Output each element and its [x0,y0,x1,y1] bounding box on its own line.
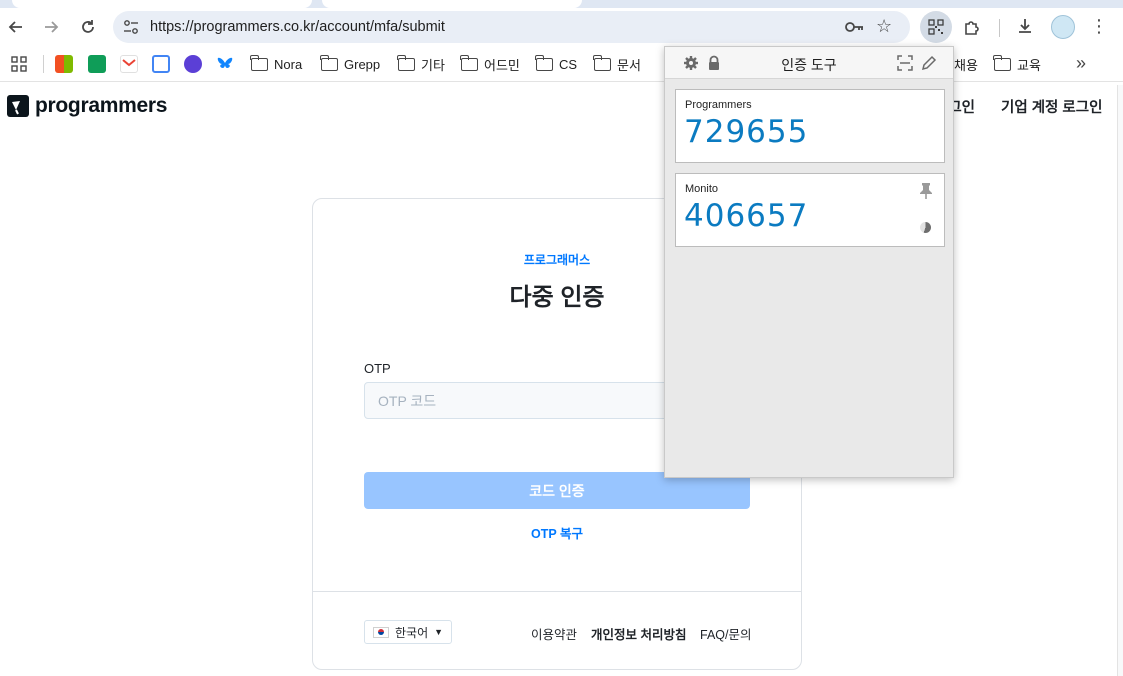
page-scrollbar[interactable] [1117,85,1123,676]
korea-flag-icon [373,626,389,638]
folder-icon [460,54,478,71]
url-text[interactable]: https://programmers.co.kr/account/mfa/su… [150,19,445,35]
account-issuer: Programmers [685,99,752,111]
folder-icon [397,54,415,71]
folder-icon [535,54,553,71]
folder-icon [250,54,268,71]
bookmark-folder[interactable]: 문서 [593,54,641,74]
otp-recovery-link[interactable]: OTP 복구 [313,523,801,542]
bluesky-icon[interactable] [216,55,234,73]
extensions-puzzle-icon[interactable] [956,11,988,43]
logo-mark-icon [7,95,29,117]
card-footer: 한국어 ▼ 이용약관 개인정보 처리방침 FAQ/문의 [313,591,801,670]
tab[interactable] [322,0,582,8]
browser-toolbar: https://programmers.co.kr/account/mfa/su… [0,8,1123,46]
pencil-edit-icon[interactable] [921,55,937,71]
otp-label: OTP [364,361,391,376]
otp-code[interactable]: 406657 [684,198,808,234]
bookmark-folder[interactable]: CS [535,54,577,74]
profile-avatar[interactable] [1051,15,1075,39]
sheets-icon[interactable] [88,55,106,73]
bookmarks-bar: Nora Grepp 기타 어드민 CS 문서 채용 교육 » [0,46,1123,82]
more-menu-icon[interactable]: ⋮ [1090,17,1108,35]
bookmark-folder[interactable]: 기타 [397,54,445,74]
reload-icon[interactable] [77,16,99,38]
microsoft-icon[interactable] [55,55,73,73]
business-login-link[interactable]: 기업 계정 로그인 [1001,96,1102,117]
otp-account-card[interactable]: Monito 406657 [675,173,945,247]
faq-link[interactable]: FAQ/문의 [700,624,751,643]
forward-icon[interactable] [40,16,62,38]
privacy-policy-link[interactable]: 개인정보 처리방침 [591,624,686,643]
apps-grid-icon[interactable] [11,56,27,72]
terms-link[interactable]: 이용약관 [531,624,577,643]
logo-text: programmers [35,94,168,117]
folder-icon [593,54,611,71]
bookmark-folder[interactable]: Grepp [320,54,380,74]
bookmark-folder[interactable]: 채용 [954,54,978,74]
programmers-logo[interactable]: programmers [7,94,167,118]
chevron-down-icon: ▼ [434,627,444,637]
bookmark-folder[interactable]: Nora [250,54,302,74]
bookmark-folder[interactable]: 어드민 [460,54,520,74]
scan-qr-icon[interactable] [897,55,913,71]
tab-strip [0,0,1123,8]
language-select[interactable]: 한국어 ▼ [364,620,453,644]
bookmarks-divider [43,55,44,73]
toolbar-divider [999,19,1000,37]
otp-code[interactable]: 729655 [684,114,808,150]
chat-app-icon[interactable] [184,55,202,73]
authenticator-extension-icon[interactable] [920,11,952,43]
countdown-timer-icon [920,222,931,233]
bookmark-star-icon[interactable]: ☆ [876,16,892,37]
folder-icon [993,54,1011,71]
authenticator-popup: 인증 도구 Programmers 729655 Monito 406657 [664,46,954,478]
popup-header: 인증 도구 [665,47,953,79]
bookmark-folder[interactable]: 교육 [993,54,1041,74]
more-bookmarks-icon[interactable]: » [1076,53,1086,74]
site-settings-icon[interactable] [123,19,139,35]
pin-icon[interactable] [918,182,934,200]
address-bar[interactable]: https://programmers.co.kr/account/mfa/su… [113,11,910,43]
password-key-icon[interactable] [844,19,864,35]
download-icon[interactable] [1016,17,1034,40]
calendar-icon[interactable] [152,55,170,73]
account-issuer: Monito [685,183,719,195]
tab[interactable] [12,0,312,8]
gmail-icon[interactable] [120,55,138,73]
otp-account-card[interactable]: Programmers 729655 [675,89,945,163]
language-label: 한국어 [395,625,429,640]
back-icon[interactable] [5,16,27,38]
folder-icon [320,54,338,71]
